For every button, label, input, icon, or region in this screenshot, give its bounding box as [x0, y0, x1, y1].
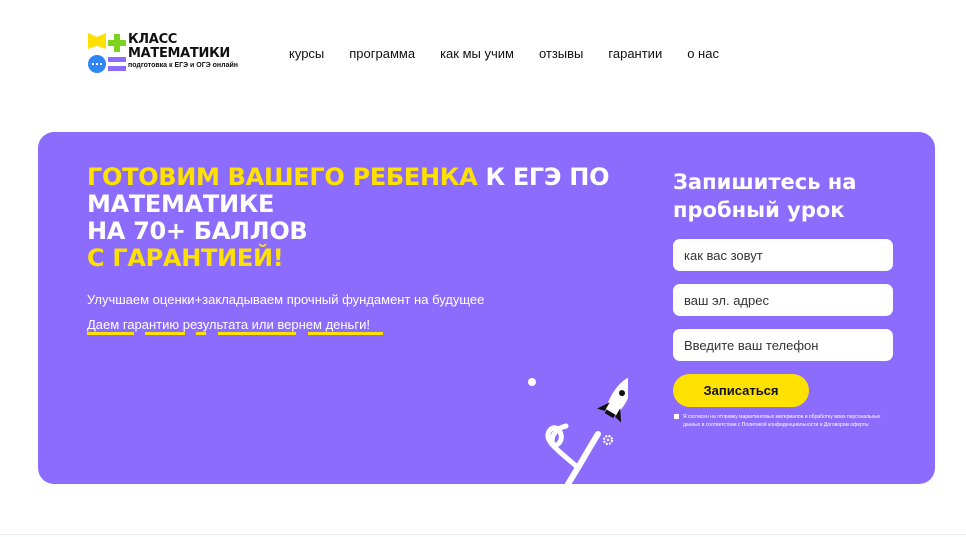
gear-icon: [602, 434, 614, 446]
logo-mark: [88, 33, 128, 75]
nav-item-how-we-teach[interactable]: как мы учим: [440, 46, 514, 61]
guarantee-underline: [87, 332, 387, 336]
main-nav: курсы программа как мы учим отзывы гаран…: [289, 46, 744, 61]
divider: [0, 534, 966, 535]
headline-part-2: НА 70+ БАЛЛОВ: [87, 217, 308, 245]
headline-highlight-2: С ГАРАНТИЕЙ!: [87, 244, 284, 272]
hero-guarantee: Даем гарантию результата или вернем день…: [87, 317, 370, 332]
nav-item-guarantees[interactable]: гарантии: [608, 46, 662, 61]
name-input[interactable]: [673, 239, 893, 271]
logo-line-2: МАТЕМАТИКИ: [127, 46, 230, 61]
phone-input[interactable]: [673, 329, 893, 361]
logo-equals-icon: [108, 57, 126, 62]
headline-highlight-1: ГОТОВИМ ВАШЕГО РЕБЕНКА: [87, 163, 478, 191]
hero-subtitle: Улучшаем оценки+закладываем прочный фунд…: [87, 292, 485, 307]
logo-chat-icon: [88, 55, 106, 73]
hero-section: ГОТОВИМ ВАШЕГО РЕБЕНКА К ЕГЭ ПО МАТЕМАТИ…: [38, 132, 935, 484]
email-input[interactable]: [673, 284, 893, 316]
rocket-icon: [528, 375, 628, 484]
nav-item-courses[interactable]: курсы: [289, 46, 324, 61]
logo-book-icon: [88, 33, 106, 49]
logo-text: КЛАСС МАТЕМАТИКИ подготовка к ЕГЭ и ОГЭ …: [128, 33, 238, 75]
consent-block: Я согласен на отправку маркетинговых мат…: [674, 413, 884, 429]
submit-button[interactable]: Записаться: [673, 374, 809, 407]
nav-item-reviews[interactable]: отзывы: [539, 46, 583, 61]
hero-headline: ГОТОВИМ ВАШЕГО РЕБЕНКА К ЕГЭ ПО МАТЕМАТИ…: [87, 164, 627, 272]
logo-tagline: подготовка к ЕГЭ и ОГЭ онлайн: [127, 62, 238, 69]
logo[interactable]: КЛАСС МАТЕМАТИКИ подготовка к ЕГЭ и ОГЭ …: [88, 33, 238, 75]
nav-item-program[interactable]: программа: [349, 46, 415, 61]
consent-text: Я согласен на отправку маркетинговых мат…: [683, 414, 881, 428]
form-title: Запишитесь на пробный урок: [673, 170, 857, 222]
consent-checkbox[interactable]: [674, 414, 679, 419]
logo-line-1: КЛАСС: [127, 32, 178, 47]
nav-item-about[interactable]: о нас: [687, 46, 719, 61]
